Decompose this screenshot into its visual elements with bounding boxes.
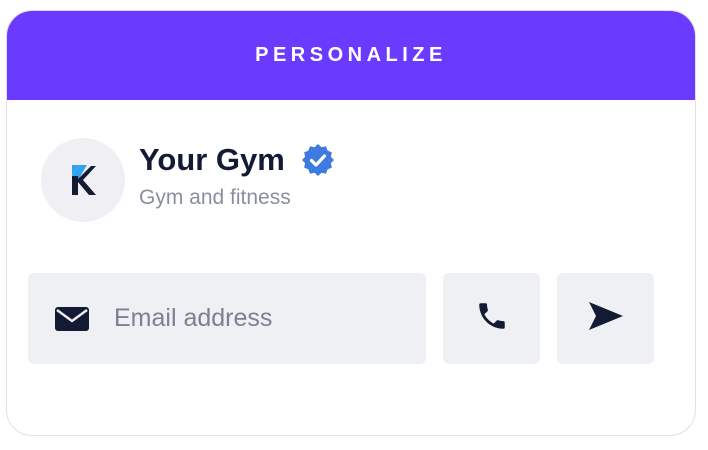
contact-card: PERSONALIZE (6, 10, 696, 436)
business-name: Your Gym (139, 142, 285, 177)
profile-text: Your Gym Gym and fitness (139, 142, 335, 210)
contact-actions (28, 273, 654, 364)
send-icon (588, 301, 624, 336)
email-field[interactable] (28, 273, 426, 364)
card-header: PERSONALIZE (7, 11, 695, 100)
header-title: PERSONALIZE (255, 44, 447, 66)
phone-icon (475, 299, 509, 338)
k-logo-icon (69, 163, 97, 197)
call-button[interactable] (443, 273, 540, 364)
mail-icon (55, 306, 89, 331)
business-category: Gym and fitness (139, 186, 291, 209)
email-input[interactable] (112, 303, 416, 334)
verified-badge-icon (301, 143, 335, 177)
avatar (41, 138, 125, 222)
send-button[interactable] (557, 273, 654, 364)
name-row: Your Gym (139, 142, 335, 178)
profile: Your Gym Gym and fitness (41, 138, 335, 222)
